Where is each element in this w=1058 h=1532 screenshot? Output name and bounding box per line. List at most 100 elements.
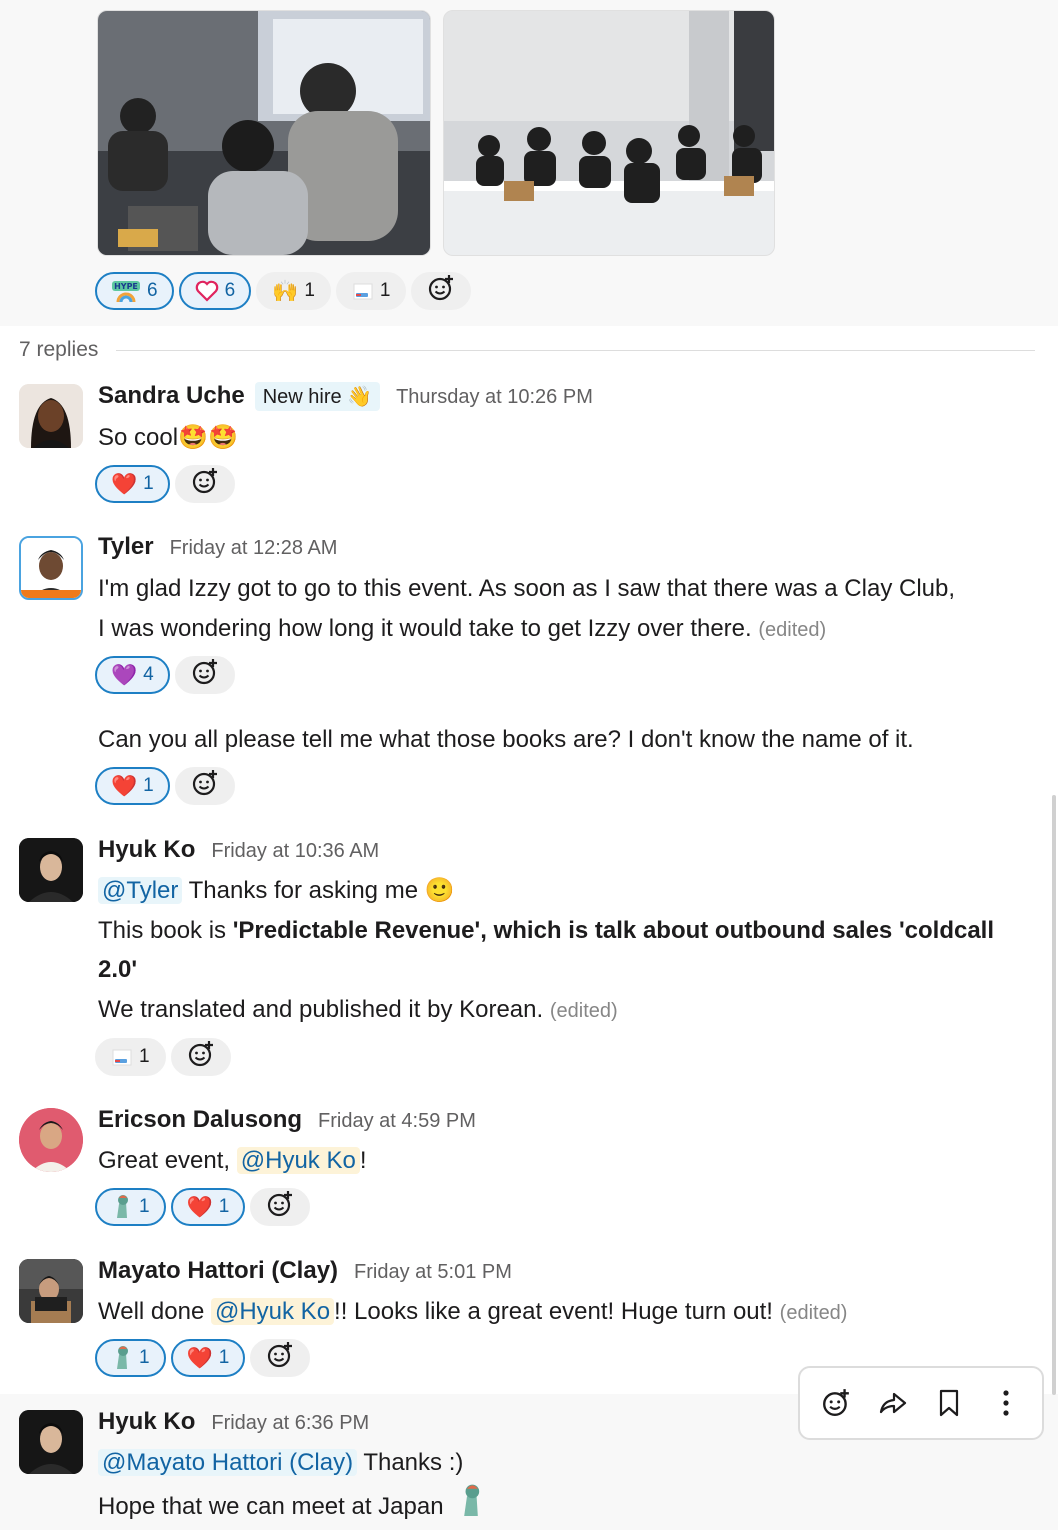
divider-line	[116, 349, 1035, 351]
author-name[interactable]: Ericson Dalusong	[98, 1106, 302, 1134]
add-reaction-button[interactable]	[174, 767, 235, 805]
author-name[interactable]: Sandra Uche	[98, 382, 245, 410]
add-reaction-icon[interactable]	[814, 1381, 858, 1425]
avatar-sandra-uche[interactable]	[19, 384, 83, 448]
message-body: Thanks for asking me	[182, 877, 425, 904]
message-body: Thanks :)	[357, 1449, 464, 1476]
reaction-count: 1	[304, 280, 315, 301]
reaction-red-heart[interactable]: ❤️ 1	[95, 767, 170, 805]
star-struck-emoji: 🤩🤩	[178, 424, 238, 451]
reaction-book[interactable]: 1	[335, 272, 407, 310]
parent-message-area: HYPE 6 6 🙌 1 1	[0, 0, 1058, 326]
avatar-tyler[interactable]	[19, 536, 83, 600]
author-name[interactable]: Tyler	[98, 533, 154, 561]
slight-smile-emoji: 🙂	[424, 877, 455, 904]
add-reaction-button[interactable]	[174, 465, 235, 503]
reaction-clay-mascot[interactable]: 1	[95, 1188, 166, 1226]
add-reaction-button[interactable]	[250, 1188, 311, 1226]
add-reaction-icon	[191, 467, 219, 501]
reaction-clay-mascot[interactable]: 1	[95, 1339, 166, 1377]
message-text-line: This book is 'Predictable Revenue', whic…	[98, 911, 994, 951]
add-reaction-icon	[191, 769, 219, 803]
timestamp[interactable]: Friday at 10:36 AM	[211, 840, 379, 863]
reaction-count: 1	[139, 1046, 150, 1067]
clay-mascot-icon	[111, 1194, 133, 1220]
message-body: I was wondering how long it would take t…	[98, 615, 752, 642]
purple-heart-icon: 💜	[111, 663, 138, 687]
mention-tyler[interactable]: @Tyler	[98, 877, 183, 904]
timestamp[interactable]: Thursday at 10:26 PM	[396, 386, 593, 409]
message-text-line: I'm glad Izzy got to go to this event. A…	[98, 575, 956, 602]
message-body: !	[359, 1147, 367, 1174]
reaction-raised-hands[interactable]: 🙌 1	[256, 272, 331, 310]
message-reactions: 1 ❤️ 1	[95, 1188, 311, 1226]
avatar-hyuk-ko[interactable]	[19, 838, 83, 902]
reaction-red-heart[interactable]: ❤️ 1	[170, 1339, 246, 1377]
svg-text:HYPE: HYPE	[114, 282, 138, 291]
reaction-red-heart[interactable]: ❤️ 1	[95, 465, 170, 503]
reaction-count: 1	[218, 1196, 230, 1217]
author-name[interactable]: Mayato Hattori (Clay)	[98, 1257, 338, 1285]
edited-label: (edited)	[549, 1000, 618, 1022]
message-body: Great event,	[98, 1147, 237, 1174]
message-reactions: ❤️ 1	[95, 767, 235, 805]
message-actions-toolbar	[798, 1366, 1044, 1440]
reaction-count: 1	[218, 1347, 230, 1368]
mention-mayato-hattori[interactable]: @Mayato Hattori (Clay)	[98, 1449, 358, 1476]
message-reactions: 💜 4	[95, 656, 235, 694]
reaction-red-heart[interactable]: ❤️ 1	[170, 1188, 246, 1226]
message-reactions: 1 ❤️ 1	[95, 1339, 311, 1377]
message-text-line: Hope that we can meet at Japan	[98, 1483, 486, 1532]
add-reaction-button[interactable]	[250, 1339, 311, 1377]
timestamp[interactable]: Friday at 12:28 AM	[170, 537, 338, 560]
reaction-purple-heart[interactable]: 💜 4	[95, 656, 170, 694]
reaction-hype[interactable]: HYPE 6	[95, 272, 174, 310]
book-title-text: 'Predictable Revenue', which is talk abo…	[232, 917, 995, 944]
edited-label: (edited)	[779, 1302, 848, 1324]
event-photo-1[interactable]	[97, 10, 431, 256]
reaction-count: 1	[143, 473, 154, 494]
red-heart-icon: ❤️	[111, 774, 138, 798]
new-hire-badge: New hire 👋	[254, 382, 381, 411]
message-text-line: @Tyler Thanks for asking me 🙂	[98, 871, 455, 911]
bookmark-icon[interactable]	[927, 1381, 971, 1425]
more-icon[interactable]	[984, 1381, 1028, 1425]
add-reaction-button[interactable]	[411, 272, 472, 310]
book-icon	[352, 281, 374, 301]
avatar-hyuk-ko[interactable]	[19, 1410, 83, 1474]
timestamp[interactable]: Friday at 5:01 PM	[354, 1261, 512, 1284]
message-text: So cool🤩🤩	[98, 418, 238, 458]
edited-label: (edited)	[758, 619, 827, 641]
reaction-heart[interactable]: 6	[178, 272, 252, 310]
add-reaction-button[interactable]	[174, 656, 235, 694]
red-heart-icon: ❤️	[186, 1346, 213, 1370]
reaction-book[interactable]: 1	[95, 1038, 166, 1076]
message-reactions: 1	[95, 1038, 231, 1076]
timestamp[interactable]: Friday at 4:59 PM	[318, 1110, 476, 1133]
mention-hyuk-ko[interactable]: @Hyuk Ko	[236, 1147, 360, 1174]
add-reaction-icon	[266, 1341, 294, 1375]
message-header: Ericson Dalusong Friday at 4:59 PM	[98, 1106, 476, 1134]
scrollbar[interactable]	[1052, 795, 1056, 1395]
avatar-ericson-dalusong[interactable]	[19, 1108, 83, 1172]
event-photo-2[interactable]	[443, 10, 775, 256]
reaction-count: 1	[139, 1347, 150, 1368]
message-body: This book is	[98, 917, 233, 944]
author-name[interactable]: Hyuk Ko	[98, 836, 195, 864]
heart-outline-icon	[195, 280, 219, 302]
author-name[interactable]: Hyuk Ko	[98, 1408, 195, 1436]
message-reactions: ❤️ 1	[95, 465, 235, 503]
reaction-count: 6	[224, 280, 236, 301]
share-icon[interactable]	[871, 1381, 915, 1425]
reaction-count: 4	[143, 664, 154, 685]
hype-rainbow-icon: HYPE	[111, 279, 141, 303]
replies-divider: 7 replies	[19, 338, 1035, 362]
book-icon	[111, 1047, 133, 1067]
message-body: Hope that we can meet at Japan	[98, 1492, 444, 1520]
book-title-text-cont: 2.0'	[98, 956, 138, 983]
add-reaction-button[interactable]	[170, 1038, 231, 1076]
mention-hyuk-ko[interactable]: @Hyuk Ko	[210, 1298, 335, 1325]
avatar-mayato-hattori[interactable]	[19, 1259, 83, 1323]
timestamp[interactable]: Friday at 6:36 PM	[211, 1412, 369, 1435]
add-reaction-icon	[187, 1040, 215, 1074]
